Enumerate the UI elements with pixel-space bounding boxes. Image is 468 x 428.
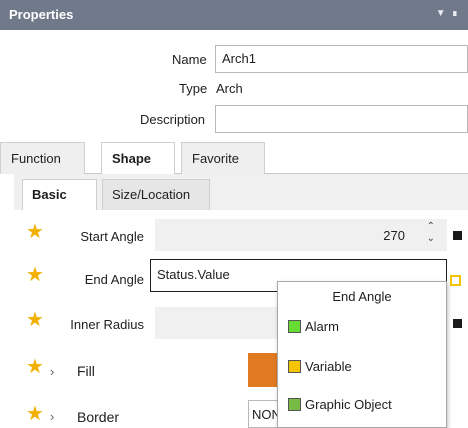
alarm-color-icon — [288, 320, 301, 333]
star-icon[interactable]: ★ — [26, 310, 44, 330]
sub-tab-bar: Basic Size/Location — [14, 174, 468, 211]
name-field[interactable]: Arch1 — [215, 45, 468, 73]
dropdown-item-alarm[interactable]: Alarm — [288, 317, 339, 337]
tab-function[interactable]: Function — [0, 142, 85, 174]
binding-indicator-icon[interactable] — [453, 319, 462, 328]
name-label: Name — [172, 52, 207, 67]
dropdown-header: End Angle — [332, 289, 392, 304]
stepper-icon[interactable]: ⌃ ⌄ — [427, 221, 435, 245]
dropdown-item-label: Alarm — [305, 319, 339, 334]
tab-basic[interactable]: Basic — [22, 179, 97, 211]
chevron-down-icon[interactable]: ▼ — [436, 8, 452, 19]
tab-size-location[interactable]: Size/Location — [102, 179, 210, 210]
binding-indicator-active-icon[interactable] — [450, 275, 461, 286]
type-label: Type — [179, 81, 208, 96]
start-angle-field[interactable]: 270 ⌃ ⌄ — [155, 219, 447, 251]
star-icon[interactable]: ★ — [26, 265, 44, 285]
dropdown-item-variable[interactable]: Variable — [288, 357, 352, 377]
panel-title: Properties — [9, 7, 74, 22]
dropdown-item-label: Variable — [305, 359, 352, 374]
start-angle-value: 270 — [383, 228, 405, 243]
fill-label: Fill — [77, 363, 95, 379]
top-tab-bar: Function Shape Favorite — [0, 142, 468, 175]
binding-dropdown: End Angle Alarm Variable Graphic Object — [277, 281, 447, 428]
tab-favorite[interactable]: Favorite — [181, 142, 265, 174]
binding-indicator-icon[interactable] — [453, 231, 462, 240]
description-field[interactable] — [215, 105, 468, 133]
tab-shape[interactable]: Shape — [101, 142, 175, 175]
start-angle-label: Start Angle — [80, 229, 144, 244]
titlebar-controls: ▼∎ — [436, 8, 464, 19]
star-icon[interactable]: ★ — [26, 404, 44, 424]
chevron-right-icon[interactable]: › — [50, 409, 54, 424]
inner-radius-label: Inner Radius — [70, 317, 144, 332]
star-icon[interactable]: ★ — [26, 357, 44, 377]
chevron-right-icon[interactable]: › — [50, 364, 54, 379]
pin-icon[interactable]: ∎ — [452, 8, 464, 19]
fill-color-swatch[interactable] — [248, 353, 277, 387]
variable-color-icon — [288, 360, 301, 373]
description-label: Description — [140, 112, 206, 127]
inner-radius-field[interactable] — [155, 307, 277, 339]
graphic-object-color-icon — [288, 398, 301, 411]
type-value: Arch — [216, 81, 243, 96]
border-label: Border — [77, 409, 120, 425]
dropdown-item-graphic-object[interactable]: Graphic Object — [288, 395, 392, 415]
properties-titlebar: Properties ▼∎ — [0, 0, 468, 30]
end-angle-label: End Angle — [84, 272, 144, 287]
border-style-field[interactable]: NON — [248, 400, 277, 428]
star-icon[interactable]: ★ — [26, 222, 44, 242]
dropdown-item-label: Graphic Object — [305, 397, 392, 412]
